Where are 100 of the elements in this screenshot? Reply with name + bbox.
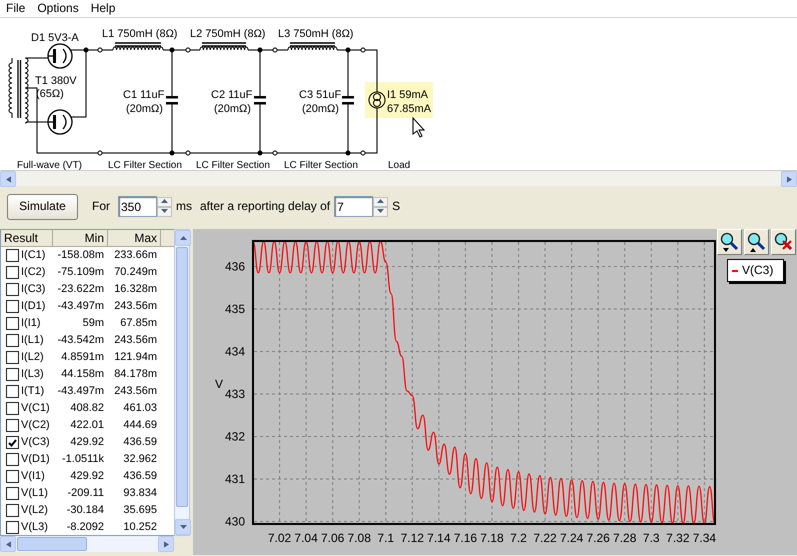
checkbox[interactable] [6,266,19,279]
max-value: 243.56m [113,300,158,314]
checkbox[interactable] [6,317,19,330]
capacitor-resistance-label: (20mΩ) [214,103,251,115]
max-value: 32.962 [122,452,158,466]
checkbox[interactable] [6,521,19,534]
section-caption: LC Filter Section [284,160,358,170]
spin-down-button[interactable] [157,206,172,216]
min-value: -75.109m [56,266,105,280]
current-reading-label: 67.85mA [387,103,432,115]
junction-dot [258,150,262,156]
simulate-button[interactable]: Simulate [7,194,78,220]
inductor-label: L1 750mH (8Ω) [102,28,178,40]
axis-tick-label: 7.08 [348,531,371,545]
current-source-symbol [368,92,386,108]
axis-tick-label: 7.02 [268,531,292,545]
scrollbar-thumb[interactable] [176,247,188,507]
chevron-right-icon [786,176,792,182]
column-header[interactable]: Max [108,230,161,248]
scroll-right-button[interactable] [781,171,797,187]
max-value: 35.695 [122,504,158,518]
up-arrow-icon [161,199,168,204]
scroll-left-button[interactable] [0,536,16,552]
min-value: -43.497m [56,300,105,314]
delay-field[interactable]: 7 [334,196,374,217]
min-value: -158.08m [56,248,105,262]
vacuum-diode-symbol [47,43,73,69]
checkbox[interactable] [6,470,19,483]
axis-tick-label: 7.26 [586,531,610,545]
result-name: I(L3) [21,368,44,382]
scroll-down-button[interactable] [175,519,191,535]
max-value: 10.252 [122,520,158,534]
axis-tick-label: 7.22 [533,531,557,545]
chevron-left-icon [6,540,10,548]
axis-label: V [215,377,223,391]
min-value: -1.0511k [61,452,105,466]
checkbox[interactable] [6,453,19,466]
result-name: V(I1) [21,470,45,484]
checkbox[interactable] [6,487,19,500]
result-name: V(L3) [21,520,48,534]
checkbox[interactable] [6,504,19,517]
max-value: 436.59 [122,436,158,450]
capacitor-symbol [342,96,354,104]
checkbox[interactable] [6,351,19,364]
zoom-button[interactable] [744,229,769,255]
checkbox[interactable] [6,334,19,347]
max-value: 233.66m [113,248,158,262]
terminal [98,48,102,52]
max-value: 436.59 [122,470,158,484]
axis-tick-label: 434 [224,344,245,358]
result-name: I(C2) [21,266,46,280]
zoom-button[interactable] [771,229,796,255]
down-arrow-icon [377,209,384,214]
axis-tick-label: 436 [224,260,245,274]
junction-dot [346,150,350,156]
inductor-symbol [112,42,164,50]
min-value: -43.542m [56,334,105,348]
result-name: V(L1) [21,486,48,500]
checkbox[interactable] [6,419,19,432]
min-value: -8.2092 [66,520,105,534]
min-value: -23.622m [56,282,105,296]
scroll-up-button[interactable] [175,230,191,246]
spin-up-button[interactable] [373,196,388,206]
zoom-button[interactable] [717,229,742,255]
menu-item[interactable]: Options [31,1,85,16]
result-name: I(T1) [21,384,44,398]
spin-up-button[interactable] [157,196,172,206]
result-name: V(C3) [21,436,50,450]
checkbox[interactable] [6,436,19,449]
inductor-symbol [200,42,248,50]
chevron-up-icon [180,236,186,240]
unit-label: S [392,199,400,214]
chevron-down-icon [180,524,186,530]
axis-tick-label: 7.24 [560,531,584,545]
spin-down-button[interactable] [373,206,388,216]
column-header[interactable]: Result [1,230,53,248]
menu-item[interactable]: File [0,1,32,16]
scroll-right-button[interactable] [158,536,174,552]
up-arrow-icon [377,199,384,204]
checkbox[interactable] [6,368,19,381]
menu-item[interactable]: Help [84,1,122,16]
min-value: -30.184 [66,504,105,518]
min-value: 4.8591m [60,350,105,364]
diode-label: D1 5V3-A [31,32,79,44]
chevron-left-icon [6,176,10,182]
checkbox[interactable] [6,249,19,262]
duration-field[interactable]: 350 [118,196,157,217]
column-header[interactable]: Min [53,230,108,248]
scroll-left-button[interactable] [0,171,16,187]
terminal [360,48,366,52]
checkbox[interactable] [6,402,19,415]
section-caption: Full-wave (VT) [17,160,82,170]
checkbox[interactable] [6,300,19,313]
result-name: I(C3) [21,282,46,296]
scrollbar-thumb[interactable] [17,537,87,551]
checkbox[interactable] [6,385,19,398]
min-value: 429.92 [69,436,105,450]
section-caption: Load [388,160,410,170]
checkbox[interactable] [6,283,19,296]
delay-label: after a reporting delay of [200,199,330,214]
